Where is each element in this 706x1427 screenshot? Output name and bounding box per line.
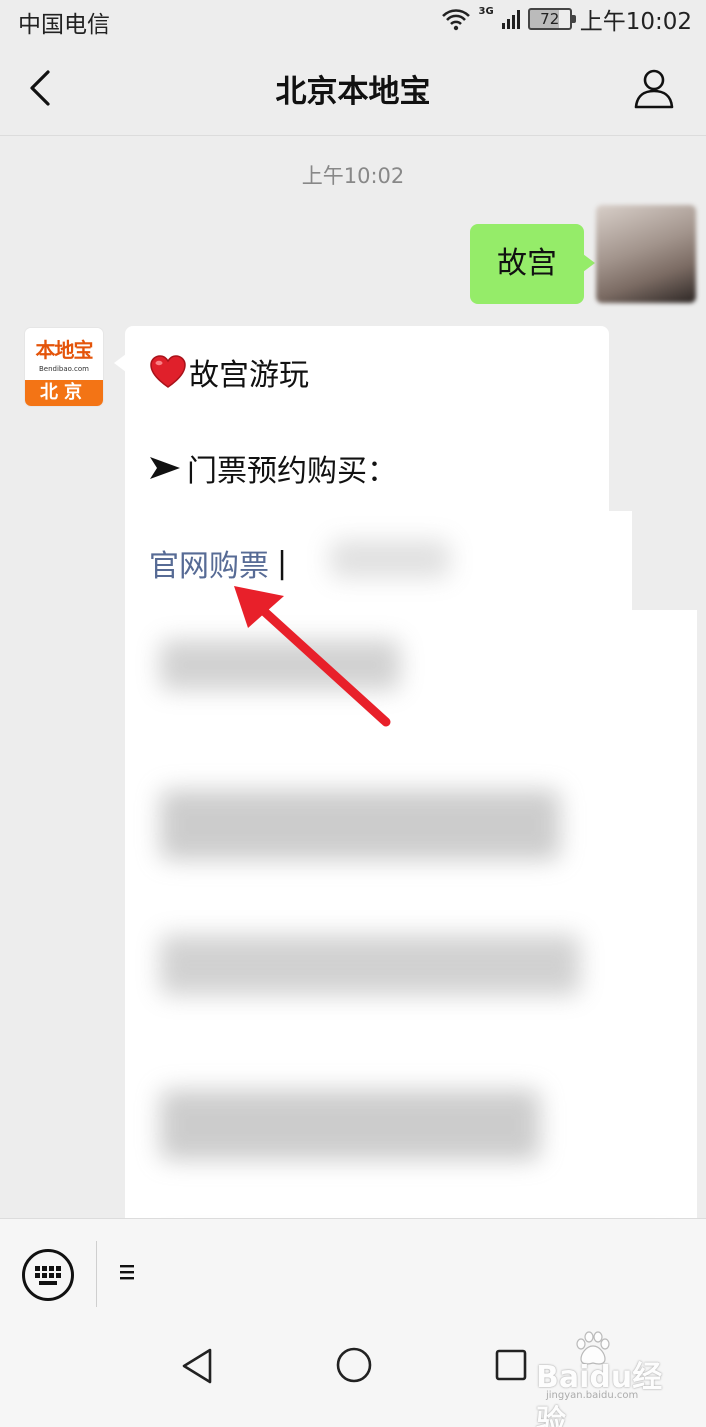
arrowhead-bullet-icon — [150, 457, 180, 479]
keyboard-toggle-button[interactable] — [22, 1249, 74, 1301]
battery-icon: 72 — [527, 8, 576, 30]
chat-title: 北京本地宝 — [275, 74, 431, 110]
outgoing-message-bubble[interactable]: 故宫 — [470, 224, 595, 304]
chat-input-bar — [0, 1218, 706, 1328]
baidu-watermark: Baidu经验 jingyan.baidu.com — [536, 1330, 676, 1427]
bot-avatar[interactable]: 本地宝 Bendibao.com 北京 — [25, 328, 103, 406]
keyboard-icon — [35, 1266, 61, 1285]
message-line-title: 故宫游玩 — [149, 350, 309, 394]
input-divider — [96, 1241, 97, 1307]
nav-recent-apps-icon[interactable] — [494, 1348, 528, 1382]
heart-emoji-icon — [150, 355, 186, 388]
nav-home-icon[interactable] — [335, 1346, 373, 1384]
message-line-tickets: 门票预约购买： — [149, 446, 397, 490]
message-timestamp: 上午10:02 — [301, 164, 405, 188]
carrier-label: 中国电信 — [18, 12, 110, 38]
status-time: 上午10:02 — [579, 9, 692, 35]
wifi-icon — [441, 9, 470, 31]
message-line-title-text: 故宫游玩 — [189, 358, 309, 393]
blurred-text — [160, 935, 580, 995]
network-type-label: 3G — [478, 5, 494, 17]
blurred-text — [330, 540, 450, 578]
bot-avatar-brand: 本地宝 — [35, 338, 94, 362]
official-ticket-link[interactable]: 官网购票 — [149, 541, 269, 585]
profile-icon[interactable] — [632, 66, 676, 110]
watermark-site: jingyan.baidu.com — [546, 1390, 639, 1401]
nav-back-icon[interactable] — [178, 1346, 218, 1386]
blurred-text — [160, 790, 560, 860]
message-line-tickets-text: 门票预约购买： — [187, 454, 397, 489]
blurred-text — [160, 1090, 540, 1160]
bot-avatar-site: Bendibao.com — [38, 365, 89, 373]
status-bar: 中国电信 3G 72 上午10:02 — [0, 0, 706, 40]
annotation-arrow-icon — [234, 586, 391, 727]
message-line-links: 官网购票 | — [149, 541, 287, 585]
menu-icon[interactable] — [120, 1263, 136, 1281]
link-separator: | — [277, 545, 288, 581]
user-avatar[interactable] — [596, 205, 696, 303]
chat-header: 北京本地宝 — [0, 40, 706, 136]
bot-avatar-city: 北京 — [25, 380, 103, 406]
signal-icon — [501, 9, 520, 29]
